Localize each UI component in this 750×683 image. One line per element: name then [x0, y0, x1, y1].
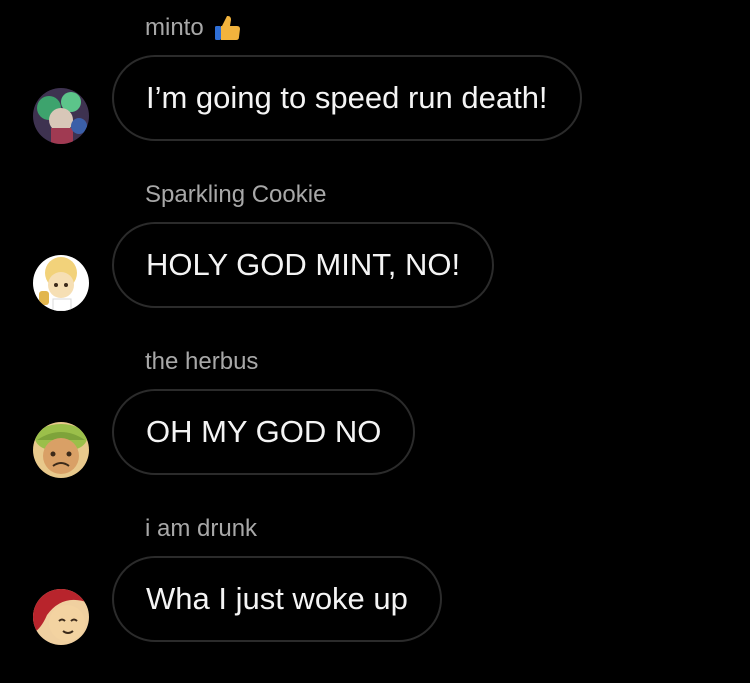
message-row: Sparkling Cookie HOLY GOD MINT, NO! [0, 181, 750, 349]
message-row: the herbus OH MY GOD NO [0, 348, 750, 516]
message-row: minto I’m going to speed run death! [0, 14, 750, 182]
sender-name: Sparkling Cookie [145, 181, 326, 209]
blonde-cookie-avatar[interactable] [33, 255, 89, 311]
message-bubble[interactable]: Wha I just woke up [112, 556, 442, 642]
message-bubble[interactable]: HOLY GOD MINT, NO! [112, 222, 495, 308]
sender-name: i am drunk [145, 515, 257, 543]
message-row: i am drunk Wha I just woke up [0, 515, 750, 683]
herb-cookie-avatar[interactable] [33, 422, 89, 478]
message-bubble[interactable]: OH MY GOD NO [112, 389, 416, 475]
message-text: Wha I just woke up [146, 581, 408, 616]
thumbs-up-icon [212, 13, 242, 43]
green-haired-cookie-avatar[interactable] [33, 88, 89, 144]
message-text: I’m going to speed run death! [146, 80, 548, 115]
sender-label: the herbus [145, 348, 259, 375]
message-bubble[interactable]: I’m going to speed run death! [112, 55, 582, 141]
message-text: OH MY GOD NO [146, 414, 382, 449]
red-haired-cookie-avatar[interactable] [33, 589, 89, 645]
sender-label: minto [145, 14, 204, 41]
sender-name: minto [145, 14, 242, 42]
sender-name: the herbus [145, 348, 258, 376]
sender-label: i am drunk [145, 515, 258, 542]
message-text: HOLY GOD MINT, NO! [146, 247, 461, 282]
sender-label: Sparkling Cookie [145, 181, 327, 208]
